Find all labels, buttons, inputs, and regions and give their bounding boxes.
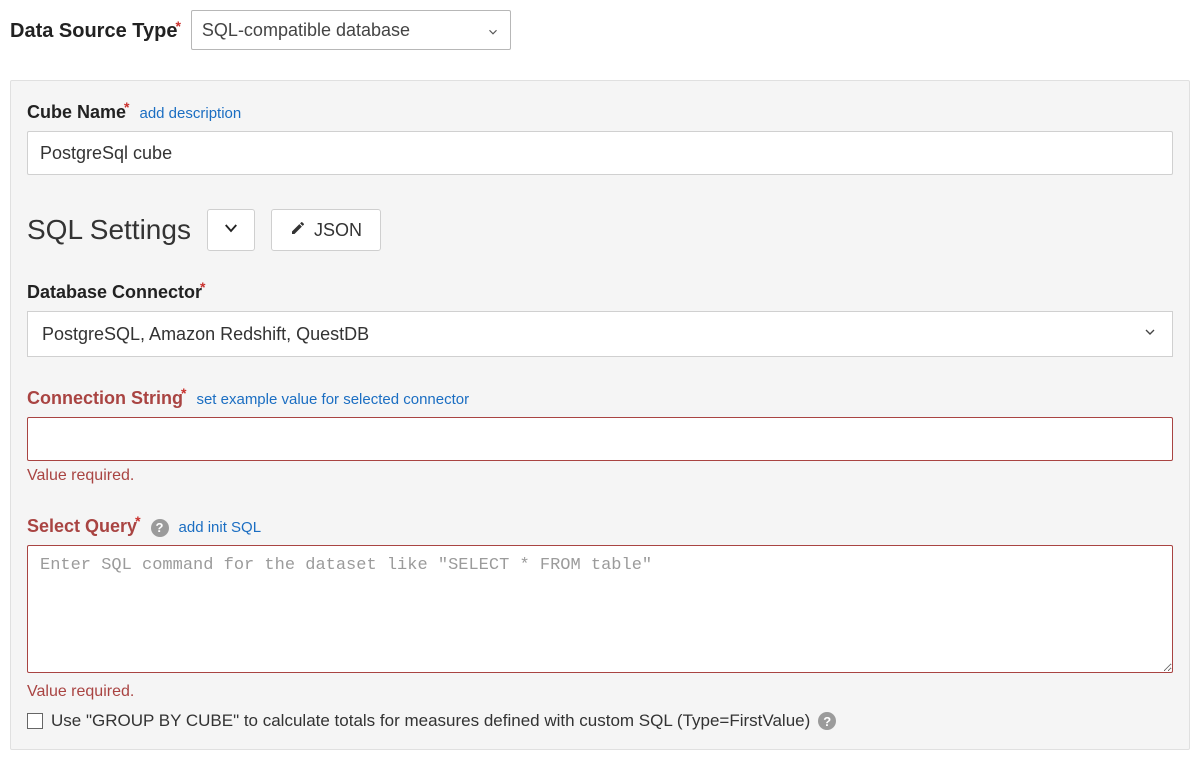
add-description-link[interactable]: add description xyxy=(139,105,241,122)
json-button[interactable]: JSON xyxy=(271,209,381,251)
group-by-cube-label: Use "GROUP BY CUBE" to calculate totals … xyxy=(51,711,810,731)
chevron-down-icon xyxy=(1142,324,1158,345)
collapse-button[interactable] xyxy=(207,209,255,251)
help-icon[interactable]: ? xyxy=(818,712,836,730)
pencil-icon xyxy=(290,220,306,241)
cube-name-label: Cube Name* xyxy=(27,99,129,123)
set-example-link[interactable]: set example value for selected connector xyxy=(196,391,469,408)
sql-settings-heading: SQL Settings xyxy=(27,214,191,246)
add-init-sql-link[interactable]: add init SQL xyxy=(179,519,262,536)
connection-string-error: Value required. xyxy=(27,467,1173,485)
group-by-cube-checkbox[interactable] xyxy=(27,713,43,729)
connection-string-input[interactable] xyxy=(27,417,1173,461)
required-asterisk: * xyxy=(135,513,140,529)
select-query-error: Value required. xyxy=(27,683,1173,701)
chevron-down-icon xyxy=(486,23,500,37)
help-icon[interactable]: ? xyxy=(151,519,169,537)
select-query-textarea[interactable] xyxy=(27,545,1173,673)
chevron-down-icon xyxy=(222,219,240,241)
json-button-label: JSON xyxy=(314,220,362,241)
cube-name-input[interactable] xyxy=(27,131,1173,175)
required-asterisk: * xyxy=(124,99,129,115)
required-asterisk: * xyxy=(200,279,205,295)
data-source-type-select[interactable]: SQL-compatible database xyxy=(191,10,511,50)
connection-string-label: Connection String* xyxy=(27,385,186,409)
select-query-label: Select Query* xyxy=(27,513,141,537)
data-source-type-value: SQL-compatible database xyxy=(202,20,410,41)
settings-panel: Cube Name* add description SQL Settings … xyxy=(10,80,1190,750)
database-connector-label: Database Connector* xyxy=(27,279,206,303)
database-connector-select[interactable]: PostgreSQL, Amazon Redshift, QuestDB xyxy=(27,311,1173,357)
required-asterisk: * xyxy=(181,385,186,401)
required-asterisk: * xyxy=(175,18,180,34)
database-connector-value: PostgreSQL, Amazon Redshift, QuestDB xyxy=(42,324,369,345)
data-source-type-label: Data Source Type* xyxy=(10,18,181,43)
